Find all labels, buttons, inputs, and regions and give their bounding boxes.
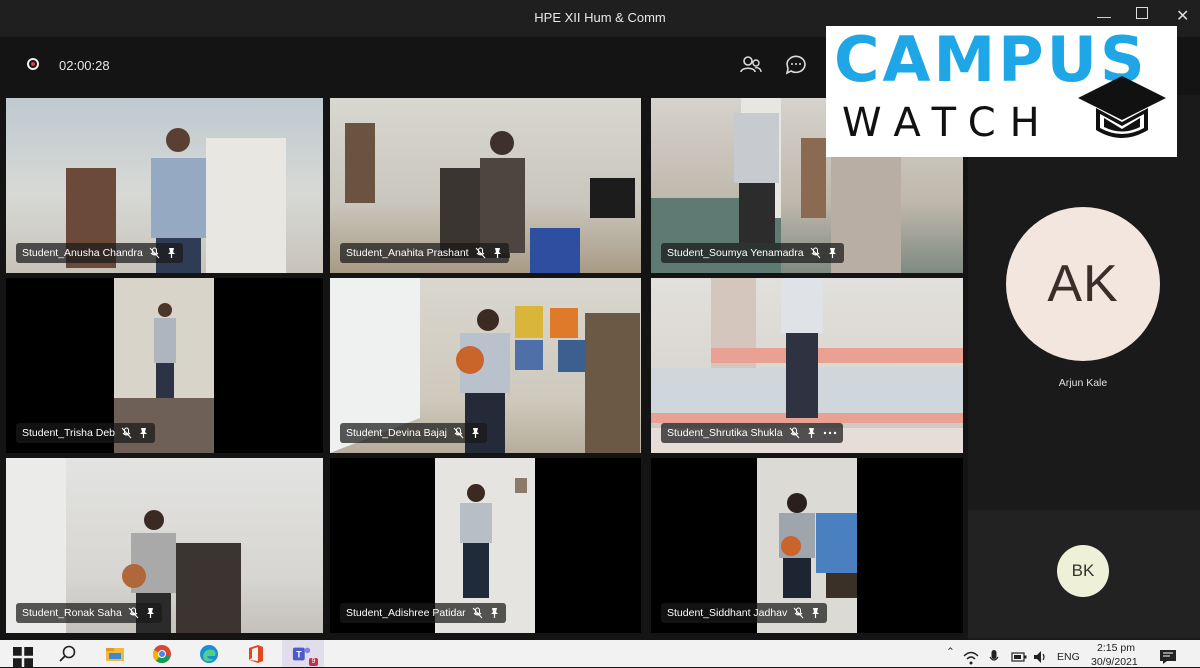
video-tile[interactable]: Student_Anahita Prashant	[330, 98, 641, 273]
more-options-icon[interactable]	[823, 427, 837, 439]
search-icon[interactable]	[58, 644, 78, 664]
clock-time[interactable]: 2:15 pm	[1097, 642, 1135, 654]
video-tile[interactable]: Student_Trisha Deb	[6, 278, 323, 453]
video-tile[interactable]: Student_Devina Bajaj	[330, 278, 641, 453]
pin-icon[interactable]	[806, 427, 817, 439]
mic-off-icon	[453, 427, 464, 439]
pin-icon[interactable]	[138, 427, 149, 439]
video-tile[interactable]: Student_Ronak Saha	[6, 458, 323, 633]
notifications-icon[interactable]	[1159, 649, 1177, 665]
volume-icon[interactable]	[1033, 650, 1049, 664]
video-tile[interactable]: Student_Shrutika Shukla	[651, 278, 963, 453]
edge-icon[interactable]	[199, 644, 219, 664]
microphone-icon[interactable]	[988, 649, 1000, 665]
participant-label: Student_Anusha Chandra	[16, 243, 183, 263]
video-tile[interactable]: Student_Siddhant Jadhav	[651, 458, 963, 633]
mic-off-icon	[789, 427, 799, 439]
mic-off-icon	[472, 607, 483, 619]
participant-name: Student_Trisha Deb	[22, 427, 115, 439]
participant-label: Student_Shrutika Shukla	[661, 423, 843, 443]
participant-label: Student_Anahita Prashant	[340, 243, 509, 263]
pin-icon[interactable]	[145, 607, 156, 619]
video-tile[interactable]: Student_Adishree Patidar	[330, 458, 641, 633]
participant-name: Student_Devina Bajaj	[346, 427, 447, 439]
participant-label: Student_Siddhant Jadhav	[661, 603, 828, 623]
language-indicator[interactable]: ENG	[1057, 651, 1080, 663]
mic-off-icon	[121, 427, 132, 439]
participant-name: Student_Adishree Patidar	[346, 607, 466, 619]
maximize-icon[interactable]	[1136, 7, 1148, 19]
logo-line2: WATCH	[842, 100, 1054, 146]
chrome-icon[interactable]	[152, 644, 172, 664]
teams-badge: 9	[309, 658, 318, 666]
participant-label: Student_Trisha Deb	[16, 423, 155, 443]
recording-timer: 02:00:28	[59, 58, 110, 73]
graduation-cap-icon	[1078, 76, 1166, 138]
mic-off-icon	[475, 247, 485, 259]
participants-icon[interactable]	[738, 52, 764, 78]
svg-text:T: T	[296, 650, 302, 660]
avatar-name: Arjun Kale	[1058, 377, 1108, 389]
participant-name: Student_Anusha Chandra	[22, 247, 143, 259]
pin-icon[interactable]	[166, 247, 177, 259]
pin-icon[interactable]	[827, 247, 838, 259]
clock-date[interactable]: 30/9/2021	[1091, 656, 1138, 668]
participant-name: Student_Soumya Yenamadra	[667, 247, 804, 259]
close-icon[interactable]: ✕	[1176, 6, 1189, 26]
pin-icon[interactable]	[810, 607, 821, 619]
participant-name: Student_Siddhant Jadhav	[667, 607, 788, 619]
participant-name: Student_Anahita Prashant	[346, 247, 469, 259]
pin-icon[interactable]	[470, 427, 481, 439]
office-icon[interactable]	[246, 644, 266, 664]
recording-indicator-icon	[27, 58, 39, 70]
wifi-icon[interactable]	[963, 650, 979, 666]
mic-off-icon	[793, 607, 804, 619]
mic-off-icon	[128, 607, 139, 619]
windows-start-icon[interactable]	[13, 647, 33, 667]
participant-name: Student_Ronak Saha	[22, 607, 122, 619]
participant-avatar[interactable]: AK	[1006, 207, 1160, 361]
campus-watch-logo: CAMPUS WATCH	[826, 23, 1177, 157]
participant-label: Student_Ronak Saha	[16, 603, 162, 623]
participant-name: Student_Shrutika Shukla	[667, 427, 783, 439]
tray-chevron-icon[interactable]: ⌃	[946, 646, 955, 658]
pin-icon[interactable]	[489, 607, 500, 619]
participant-label: Student_Devina Bajaj	[340, 423, 487, 443]
minimize-icon[interactable]: —	[1097, 8, 1111, 24]
participant-label: Student_Adishree Patidar	[340, 603, 506, 623]
chat-icon[interactable]	[783, 52, 809, 78]
self-avatar: BK	[1057, 545, 1109, 597]
battery-icon[interactable]	[1011, 651, 1027, 663]
file-explorer-icon[interactable]	[105, 644, 125, 664]
video-tile[interactable]: Student_Anusha Chandra	[6, 98, 323, 273]
participant-label: Student_Soumya Yenamadra	[661, 243, 844, 263]
mic-off-icon	[149, 247, 160, 259]
pin-icon[interactable]	[492, 247, 503, 259]
mic-off-icon	[810, 247, 820, 259]
